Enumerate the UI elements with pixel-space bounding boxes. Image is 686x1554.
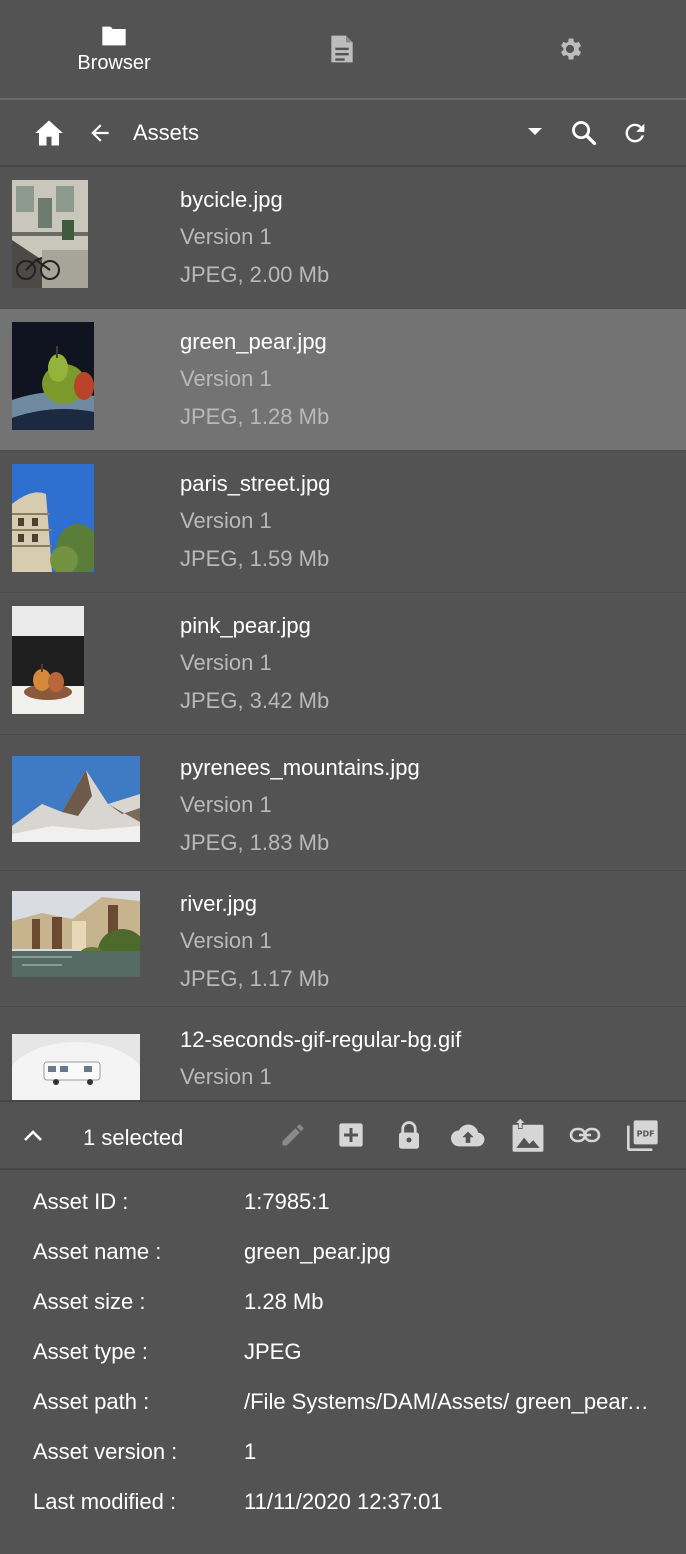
lock-button[interactable] <box>394 1119 424 1151</box>
asset-thumbnail <box>12 606 84 714</box>
image-upload-icon <box>512 1117 544 1152</box>
tab-browser-label: Browser <box>77 51 151 74</box>
refresh-icon <box>625 123 645 143</box>
asset-thumbnail <box>12 891 140 977</box>
home-icon <box>35 120 63 146</box>
caret-down-icon <box>528 128 542 135</box>
replace-image-button[interactable] <box>510 1116 546 1154</box>
tab-browser[interactable]: Browser <box>0 0 228 98</box>
detail-label: Asset name : <box>33 1239 162 1264</box>
search-button[interactable] <box>569 118 599 148</box>
folder-dropdown-button[interactable] <box>522 122 548 142</box>
detail-asset-type: Asset type : JPEG <box>0 1322 686 1372</box>
asset-version: Version 1 <box>180 792 272 817</box>
asset-thumbnail <box>12 322 94 430</box>
chevron-up-icon <box>24 1130 42 1141</box>
asset-version: Version 1 <box>180 928 272 953</box>
asset-name: pyrenees_mountains.jpg <box>180 755 420 780</box>
asset-row-12-seconds-gif[interactable]: 12-seconds-gif-regular-bg.gif Version 1 <box>0 1007 686 1100</box>
edit-button[interactable] <box>278 1120 308 1150</box>
detail-last-modified: Last modified : 11/11/2020 12:37:01 <box>0 1472 686 1522</box>
add-button[interactable] <box>336 1120 366 1150</box>
link-icon <box>569 1127 601 1143</box>
detail-label: Asset type : <box>33 1339 148 1364</box>
asset-name: bycicle.jpg <box>180 187 283 212</box>
asset-thumbnail <box>12 464 94 572</box>
tab-document[interactable] <box>228 0 456 98</box>
arrow-left-icon <box>91 124 109 142</box>
asset-list[interactable]: bycicle.jpg Version 1 JPEG, 2.00 Mb gree… <box>0 167 686 1100</box>
asset-name: paris_street.jpg <box>180 471 331 496</box>
asset-row-pink-pear[interactable]: pink_pear.jpg Version 1 JPEG, 3.42 Mb <box>0 593 686 735</box>
top-tab-bar: Browser <box>0 0 686 100</box>
detail-label: Asset path : <box>33 1389 150 1414</box>
detail-label: Asset ID : <box>33 1189 129 1214</box>
asset-meta: JPEG, 1.59 Mb <box>180 546 330 571</box>
asset-name: green_pear.jpg <box>180 329 327 354</box>
edit-icon <box>282 1124 304 1146</box>
detail-value: JPEG <box>244 1339 302 1364</box>
add-icon <box>339 1123 363 1147</box>
detail-label: Last modified : <box>33 1489 177 1514</box>
navigation-bar: Assets <box>0 100 686 167</box>
detail-value: /File Systems/DAM/Assets/ green_pear.jpg <box>244 1389 654 1414</box>
asset-meta: JPEG, 3.42 Mb <box>180 688 330 713</box>
asset-meta: JPEG, 1.28 Mb <box>180 404 330 429</box>
asset-meta: JPEG, 1.17 Mb <box>180 966 330 991</box>
current-folder-name: Assets <box>133 120 200 145</box>
home-button[interactable] <box>33 118 65 148</box>
svg-text:PDF: PDF <box>637 1129 655 1138</box>
refresh-button[interactable] <box>620 118 650 148</box>
asset-version: Version 1 <box>180 650 272 675</box>
tab-settings[interactable] <box>456 0 684 98</box>
detail-value: 1.28 Mb <box>244 1289 324 1314</box>
asset-name: pink_pear.jpg <box>180 613 311 638</box>
asset-meta: JPEG, 1.83 Mb <box>180 830 330 855</box>
lock-icon <box>399 1121 419 1149</box>
pdf-icon: PDF <box>627 1120 658 1151</box>
detail-asset-id: Asset ID : 1:7985:1 <box>0 1172 686 1222</box>
asset-name: river.jpg <box>180 891 258 916</box>
asset-row-paris-street[interactable]: paris_street.jpg Version 1 JPEG, 1.59 Mb <box>0 451 686 593</box>
back-button[interactable] <box>86 119 114 147</box>
search-icon <box>572 121 597 146</box>
asset-thumbnail <box>12 756 140 842</box>
folder-icon <box>102 26 126 45</box>
asset-version: Version 1 <box>180 366 272 391</box>
selection-action-bar: 1 selected PDF <box>0 1100 686 1170</box>
asset-meta: JPEG, 2.00 Mb <box>180 262 330 287</box>
upload-button[interactable] <box>450 1120 486 1150</box>
asset-version: Version 1 <box>180 224 272 249</box>
detail-label: Asset version : <box>33 1439 178 1464</box>
detail-asset-name: Asset name : green_pear.jpg <box>0 1222 686 1272</box>
detail-asset-path: Asset path : /File Systems/DAM/Assets/ g… <box>0 1372 686 1422</box>
gear-icon <box>561 38 582 60</box>
asset-name: 12-seconds-gif-regular-bg.gif <box>180 1027 462 1052</box>
asset-row-bycicle[interactable]: bycicle.jpg Version 1 JPEG, 2.00 Mb <box>0 167 686 309</box>
asset-thumbnail <box>12 180 88 288</box>
asset-row-pyrenees-mountains[interactable]: pyrenees_mountains.jpg Version 1 JPEG, 1… <box>0 735 686 871</box>
detail-label: Asset size : <box>33 1289 146 1314</box>
asset-details-panel: Asset ID : 1:7985:1 Asset name : green_p… <box>0 1172 686 1554</box>
asset-row-river[interactable]: river.jpg Version 1 JPEG, 1.17 Mb <box>0 871 686 1007</box>
asset-row-green-pear[interactable]: green_pear.jpg Version 1 JPEG, 1.28 Mb <box>0 309 686 451</box>
collapse-details-button[interactable] <box>20 1122 46 1148</box>
detail-value: 1 <box>244 1439 257 1464</box>
cloud-upload-icon <box>451 1124 485 1147</box>
detail-value: green_pear.jpg <box>244 1239 391 1264</box>
document-icon <box>331 35 353 63</box>
link-button[interactable] <box>568 1120 602 1150</box>
asset-thumbnail <box>12 1034 140 1100</box>
detail-value: 1:7985:1 <box>244 1189 330 1214</box>
detail-value: 11/11/2020 12:37:01 <box>244 1489 443 1514</box>
asset-version: Version 1 <box>180 1064 272 1089</box>
detail-asset-size: Asset size : 1.28 Mb <box>0 1272 686 1322</box>
asset-version: Version 1 <box>180 508 272 533</box>
pdf-button[interactable]: PDF <box>626 1118 660 1152</box>
selected-count: 1 selected <box>83 1125 184 1150</box>
detail-asset-version: Asset version : 1 <box>0 1422 686 1472</box>
